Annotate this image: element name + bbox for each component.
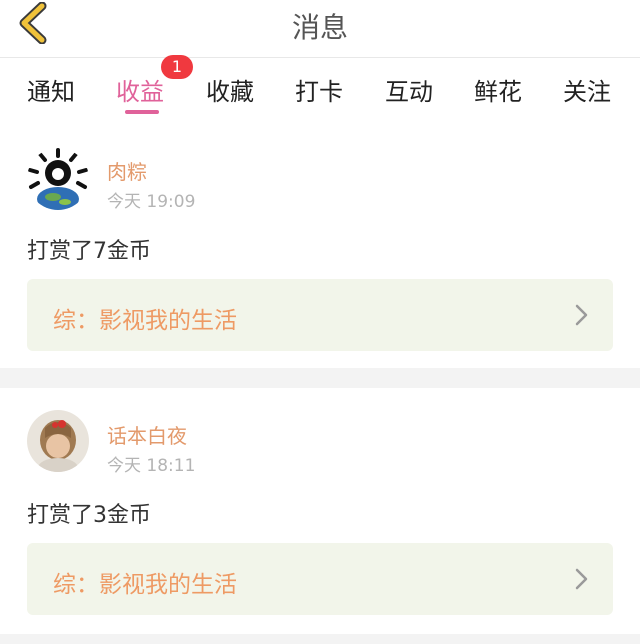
page-title: 消息 xyxy=(291,11,348,44)
tab-follows[interactable]: 关注 xyxy=(563,72,611,107)
book-link[interactable]: 综：影视我的生活 xyxy=(27,279,613,351)
sender-name[interactable]: 话本白夜 xyxy=(107,420,187,449)
tab-checkin[interactable]: 打卡 xyxy=(295,72,343,107)
sender-name[interactable]: 肉粽 xyxy=(107,156,147,185)
message-text: 打赏了3金币 xyxy=(27,503,151,528)
book-title: 综：影视我的生活 xyxy=(53,308,237,334)
chevron-right-icon xyxy=(575,304,588,326)
tab-favorites[interactable]: 收藏 xyxy=(206,72,254,107)
message-card: 肉粽 今天 19:09 打赏了7金币 综：影视我的生活 xyxy=(0,120,640,368)
avatar[interactable] xyxy=(27,148,89,210)
tab-bar: 通知 收益 收藏 打卡 互动 鲜花 关注 xyxy=(0,58,640,118)
tab-notifications[interactable]: 通知 xyxy=(27,72,75,107)
unread-badge: 1 xyxy=(161,55,193,79)
book-title: 综：影视我的生活 xyxy=(53,572,237,598)
book-link[interactable]: 综：影视我的生活 xyxy=(27,543,613,615)
tab-interactions[interactable]: 互动 xyxy=(385,72,433,107)
top-bar: 消息 xyxy=(0,0,640,58)
message-time: 今天 19:09 xyxy=(107,192,196,212)
message-text: 打赏了7金币 xyxy=(27,239,151,264)
section-divider xyxy=(0,368,640,388)
message-time: 今天 18:11 xyxy=(107,456,196,476)
tab-earnings[interactable]: 收益 xyxy=(116,72,164,107)
active-tab-indicator xyxy=(125,110,159,114)
tab-flowers[interactable]: 鲜花 xyxy=(474,72,522,107)
chevron-right-icon xyxy=(575,568,588,590)
message-card: 话本白夜 今天 18:11 打赏了3金币 综：影视我的生活 xyxy=(0,388,640,634)
avatar-girl-icon xyxy=(27,410,89,472)
avatar[interactable] xyxy=(27,410,89,472)
avatar-globe-icon xyxy=(27,148,89,210)
section-divider xyxy=(0,634,640,644)
